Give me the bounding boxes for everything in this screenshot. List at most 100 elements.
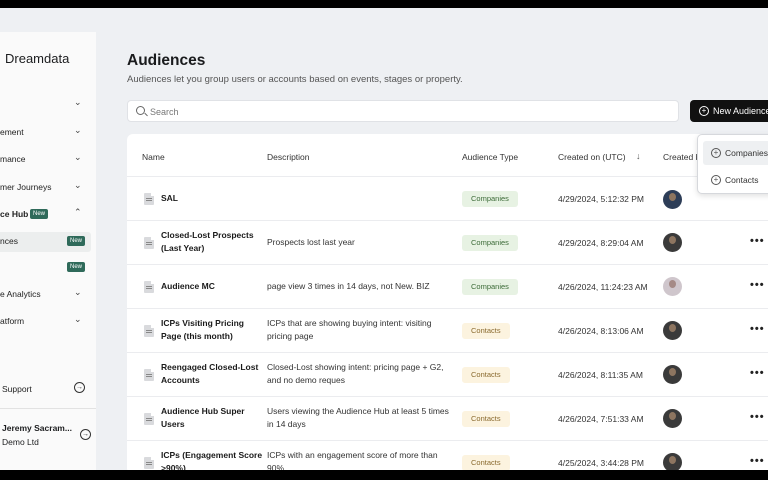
sidebar-item-audiences[interactable]: nces New [0,232,91,252]
audience-name[interactable]: SAL [161,192,263,205]
avatar [663,365,682,384]
document-icon [144,325,154,337]
new-audience-button[interactable]: + New Audience [690,100,768,122]
arrow-right-circle-icon[interactable]: → [74,382,85,393]
avatar [663,453,682,470]
dropdown-item-companies[interactable]: + Companies [703,141,768,165]
audiences-table: Name Description Audience Type Created o… [127,134,768,470]
document-icon [144,193,154,205]
avatar [663,190,682,209]
more-icon[interactable]: ••• [750,235,765,247]
column-header-created-by[interactable]: Created b [663,152,700,162]
sidebar-item-analytics[interactable]: e Analytics ⌄ [0,285,96,305]
brand-name: Dreamdata [5,51,70,66]
document-icon [144,457,154,469]
table-row[interactable]: ICPs (Engagement Score >90%) ICPs with a… [127,440,768,470]
avatar [663,409,682,428]
created-on: 4/26/2024, 11:24:23 AM [558,282,648,292]
new-audience-dropdown: + Companies + Contacts [697,134,768,194]
audience-type-badge: Contacts [462,323,510,339]
audience-name[interactable]: Closed-Lost Prospects (Last Year) [161,229,263,255]
created-on: 4/29/2024, 8:29:04 AM [558,238,644,248]
audience-type-badge: Companies [462,279,518,295]
audience-description: Users viewing the Audience Hub at least … [267,406,449,429]
dropdown-item-contacts[interactable]: + Contacts [703,168,768,192]
sidebar-item-6[interactable]: New [0,258,96,278]
chevron-down-icon: ⌄ [74,125,82,135]
avatar [663,321,682,340]
user-profile[interactable]: Jeremy Sacram... Demo Ltd → [0,408,96,470]
sidebar-item-customer-journeys[interactable]: mer Journeys ⌄ [0,178,96,198]
more-icon[interactable]: ••• [750,455,765,467]
audience-name[interactable]: ICPs Visiting Pricing Page (this month) [161,317,263,343]
audience-description: Prospects lost last year [267,237,355,247]
sidebar-item-label: nces [0,236,18,246]
audience-name[interactable]: Audience MC [161,280,263,293]
search-input[interactable] [150,104,650,119]
document-icon [144,237,154,249]
sidebar-item-label: mance [0,154,26,164]
support-link[interactable]: Support [2,384,32,394]
search-icon [136,106,145,115]
column-header-type[interactable]: Audience Type [462,152,518,162]
document-icon [144,281,154,293]
sidebar-item-platform[interactable]: atform ⌄ [0,312,96,332]
chevron-down-icon: ⌄ [74,180,82,190]
more-icon[interactable]: ••• [750,367,765,379]
audience-description: Closed-Lost showing intent: pricing page… [267,362,444,385]
sidebar-item-performance[interactable]: mance ⌄ [0,150,96,170]
column-header-name[interactable]: Name [142,152,165,162]
sidebar-item-label: mer Journeys [0,182,52,192]
sidebar-item-0[interactable]: ⌄ [0,95,96,115]
document-icon [144,369,154,381]
sidebar-item-audience-hub[interactable]: ce Hub New ⌃ [0,205,96,225]
created-on: 4/29/2024, 5:12:32 PM [558,194,645,204]
column-header-created-on[interactable]: Created on (UTC) [558,152,626,162]
sidebar-item-engagement[interactable]: ement ⌄ [0,123,96,143]
document-icon [144,413,154,425]
page-title: Audiences [127,52,206,69]
table-row[interactable]: Audience MC page view 3 times in 14 days… [127,264,768,308]
chevron-down-icon: ⌄ [74,314,82,324]
sidebar: Dreamdata ⌄ ement ⌄ mance ⌄ mer Journeys… [0,32,96,470]
audience-description: ICPs that are showing buying intent: vis… [267,318,432,341]
more-icon[interactable]: ••• [750,323,765,335]
audience-type-badge: Companies [462,235,518,251]
sort-down-icon[interactable]: ↓ [636,151,641,161]
chevron-up-icon: ⌃ [74,207,82,217]
app-window: Dreamdata ⌄ ement ⌄ mance ⌄ mer Journeys… [0,8,768,470]
user-org: Demo Ltd [2,437,39,447]
chevron-down-icon: ⌄ [74,152,82,162]
more-icon[interactable]: ••• [750,411,765,423]
created-on: 4/26/2024, 8:13:06 AM [558,326,644,336]
column-header-description[interactable]: Description [267,152,310,162]
plus-circle-icon: + [711,148,721,158]
table-row[interactable]: Closed-Lost Prospects (Last Year) Prospe… [127,220,768,264]
search-bar[interactable] [127,100,679,122]
plus-circle-icon: + [711,175,721,185]
table-row[interactable]: SAL Companies 4/29/2024, 5:12:32 PM [127,176,768,220]
page-subtitle: Audiences let you group users or account… [127,74,463,85]
chevron-down-icon: ⌄ [74,97,82,107]
sidebar-item-label: ement [0,127,24,137]
avatar [663,277,682,296]
more-icon[interactable]: ••• [750,279,765,291]
table-row[interactable]: ICPs Visiting Pricing Page (this month) … [127,308,768,352]
table-row[interactable]: Audience Hub Super Users Users viewing t… [127,396,768,440]
table-row[interactable]: Reengaged Closed-Lost Accounts Closed-Lo… [127,352,768,396]
new-badge: New [67,236,86,246]
audience-name[interactable]: Reengaged Closed-Lost Accounts [161,361,263,387]
new-badge: New [67,262,86,272]
audience-type-badge: Contacts [462,367,510,383]
audience-type-badge: Contacts [462,411,510,427]
sidebar-item-label: ce Hub [0,209,29,219]
created-on: 4/25/2024, 3:44:28 PM [558,458,645,468]
audience-name[interactable]: ICPs (Engagement Score >90%) [161,449,263,470]
audience-description: ICPs with an engagement score of more th… [267,450,438,470]
chevron-down-icon: ⌄ [74,287,82,297]
plus-circle-icon: + [699,106,709,116]
audience-type-badge: Contacts [462,455,510,470]
sidebar-item-label: atform [0,316,25,326]
audience-name[interactable]: Audience Hub Super Users [161,405,263,431]
arrow-right-circle-icon[interactable]: → [80,429,91,440]
